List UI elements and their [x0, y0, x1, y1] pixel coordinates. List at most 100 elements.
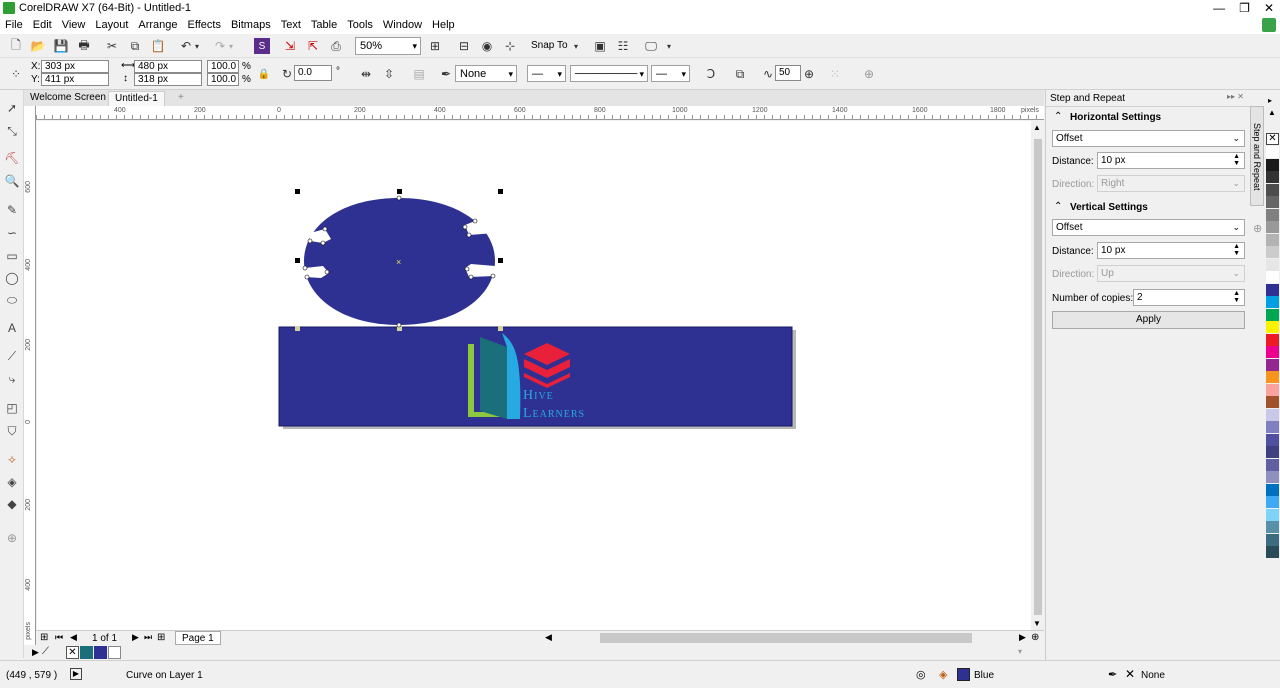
- add-tool-icon[interactable]: ⊕: [4, 530, 20, 546]
- extract-subpath-icon[interactable]: ⧉: [732, 66, 748, 82]
- color-swatch[interactable]: [1266, 546, 1279, 558]
- rectangle-tool-icon[interactable]: ▭: [4, 248, 20, 264]
- drawing-area[interactable]: Hive Learners ×: [37, 121, 1031, 630]
- previous-page-icon[interactable]: ◀: [70, 632, 77, 643]
- show-grid-icon[interactable]: ◉: [479, 38, 495, 54]
- curve-node[interactable]: [304, 274, 310, 280]
- menu-file[interactable]: File: [0, 19, 28, 31]
- color-swatch[interactable]: [1266, 521, 1279, 533]
- snap-to-dropdown-icon[interactable]: ▾: [568, 38, 584, 54]
- mirror-vertical-icon[interactable]: ⇳: [381, 66, 397, 82]
- color-swatch[interactable]: [1266, 296, 1279, 308]
- horizontal-mode-dropdown[interactable]: Offset ⌄: [1052, 130, 1245, 147]
- vertical-scroll-thumb[interactable]: [1034, 139, 1042, 615]
- selection-handle[interactable]: [498, 326, 503, 331]
- tab-untitled-1[interactable]: Untitled-1: [108, 91, 165, 106]
- vertical-direction-dropdown[interactable]: Up ⌄: [1097, 265, 1245, 282]
- add-tab-icon[interactable]: +: [172, 91, 190, 106]
- spinner-icon[interactable]: ▲ ▼: [1233, 243, 1240, 257]
- color-swatch[interactable]: [1266, 408, 1279, 421]
- pick-tool-icon[interactable]: ➚: [4, 100, 20, 116]
- no-fill-swatch[interactable]: ✕: [1266, 133, 1279, 145]
- color-swatch[interactable]: [1266, 533, 1279, 546]
- palette-scroll-up-icon[interactable]: ▲: [1268, 108, 1276, 117]
- horizontal-distance-input[interactable]: 10 px ▲ ▼: [1097, 152, 1245, 169]
- selection-handle[interactable]: [295, 189, 300, 194]
- show-rulers-icon[interactable]: ⊟: [456, 38, 472, 54]
- vertical-mode-dropdown[interactable]: Offset ⌄: [1052, 219, 1245, 236]
- vertical-scrollbar[interactable]: ▲ ▼: [1031, 121, 1044, 630]
- scale-y-input[interactable]: 100.0: [207, 73, 239, 86]
- color-swatch[interactable]: [1266, 308, 1279, 321]
- width-input[interactable]: 480 px: [134, 60, 202, 73]
- color-swatch[interactable]: [108, 646, 121, 659]
- artistic-media-icon[interactable]: ∽: [4, 225, 20, 241]
- color-swatch[interactable]: [1266, 358, 1279, 371]
- color-swatch[interactable]: [80, 646, 93, 659]
- play-icon[interactable]: ▶: [70, 668, 82, 680]
- welcome-screen-icon[interactable]: ▣: [592, 38, 608, 54]
- color-swatch[interactable]: [1266, 233, 1279, 246]
- color-swatch[interactable]: [1266, 371, 1279, 383]
- cut-icon[interactable]: ✂: [104, 38, 120, 54]
- parallel-dimension-icon[interactable]: ⟋: [4, 348, 20, 364]
- add-property-icon[interactable]: ⊕: [861, 66, 877, 82]
- color-swatch[interactable]: [1266, 271, 1279, 283]
- print-icon[interactable]: 🖶: [76, 38, 92, 54]
- vertical-ruler[interactable]: 600 400 200 0 200 400 pixels: [24, 106, 36, 646]
- polygon-tool-icon[interactable]: ⬭: [4, 292, 20, 308]
- selection-handle[interactable]: [498, 258, 503, 263]
- selection-handle[interactable]: [295, 258, 300, 263]
- tab-welcome-screen[interactable]: Welcome Screen: [24, 91, 112, 106]
- last-page-icon[interactable]: ⏭: [144, 632, 152, 643]
- zoom-level-dropdown[interactable]: 50% ▾: [355, 37, 421, 55]
- undo-dropdown-icon[interactable]: ▾: [192, 38, 202, 54]
- color-proof-icon[interactable]: ◎: [916, 668, 926, 681]
- menu-view[interactable]: View: [57, 19, 91, 31]
- wrap-text-icon[interactable]: ▤: [411, 66, 427, 82]
- color-swatch[interactable]: [1266, 221, 1279, 233]
- end-arrowhead-dropdown[interactable]: — ▾: [651, 65, 690, 82]
- show-guidelines-icon[interactable]: ⊹: [502, 38, 518, 54]
- drawing-canvas[interactable]: Hive Learners ×: [37, 121, 1031, 630]
- spinner-icon[interactable]: ▲ ▼: [1233, 290, 1240, 304]
- color-swatch[interactable]: [1266, 396, 1279, 408]
- outline-none-icon[interactable]: ✕: [1125, 668, 1138, 681]
- zoom-navigator-icon[interactable]: ⊕: [1031, 632, 1039, 643]
- curve-node[interactable]: [396, 322, 402, 328]
- first-page-icon[interactable]: ⏮: [55, 632, 63, 643]
- freehand-tool-icon[interactable]: ✎: [4, 202, 20, 218]
- export-icon[interactable]: ⇱: [305, 38, 321, 54]
- color-swatch[interactable]: [1266, 483, 1279, 496]
- curve-node[interactable]: [307, 238, 313, 244]
- spinner-icon[interactable]: ▲ ▼: [1233, 153, 1240, 167]
- menu-window[interactable]: Window: [378, 19, 427, 31]
- menu-bitmaps[interactable]: Bitmaps: [226, 19, 276, 31]
- scroll-down-icon[interactable]: ▼: [1033, 619, 1041, 628]
- minimize-button[interactable]: —: [1213, 0, 1225, 16]
- curve-node[interactable]: [466, 232, 472, 238]
- color-swatch[interactable]: [1266, 421, 1279, 433]
- docker-collapse-icon[interactable]: ▸▸ ✕: [1227, 92, 1244, 101]
- color-swatch[interactable]: [94, 646, 107, 659]
- open-icon[interactable]: 📂: [30, 38, 46, 54]
- line-style-dropdown[interactable]: ──────── ▾: [570, 65, 648, 82]
- color-swatch[interactable]: [1266, 158, 1279, 171]
- menu-effects[interactable]: Effects: [183, 19, 226, 31]
- menu-tools[interactable]: Tools: [342, 19, 378, 31]
- text-tool-icon[interactable]: A: [4, 320, 20, 336]
- color-swatch[interactable]: [1266, 258, 1279, 271]
- curve-node[interactable]: [468, 274, 474, 280]
- color-swatch[interactable]: [1266, 508, 1279, 521]
- horizontal-scroll-thumb[interactable]: [600, 633, 972, 643]
- curve-node[interactable]: [324, 269, 330, 275]
- scroll-up-icon[interactable]: ▲: [1033, 123, 1041, 132]
- color-swatch[interactable]: [1266, 146, 1279, 158]
- menu-arrange[interactable]: Arrange: [133, 19, 182, 31]
- ellipse-tool-icon[interactable]: ◯: [4, 270, 20, 286]
- search-content-icon[interactable]: S: [254, 38, 270, 54]
- application-launcher-icon[interactable]: 🖵: [643, 38, 659, 54]
- object-origin-icon[interactable]: ⁘: [8, 66, 24, 82]
- color-swatch[interactable]: [1266, 283, 1279, 296]
- curve-node[interactable]: [490, 273, 496, 279]
